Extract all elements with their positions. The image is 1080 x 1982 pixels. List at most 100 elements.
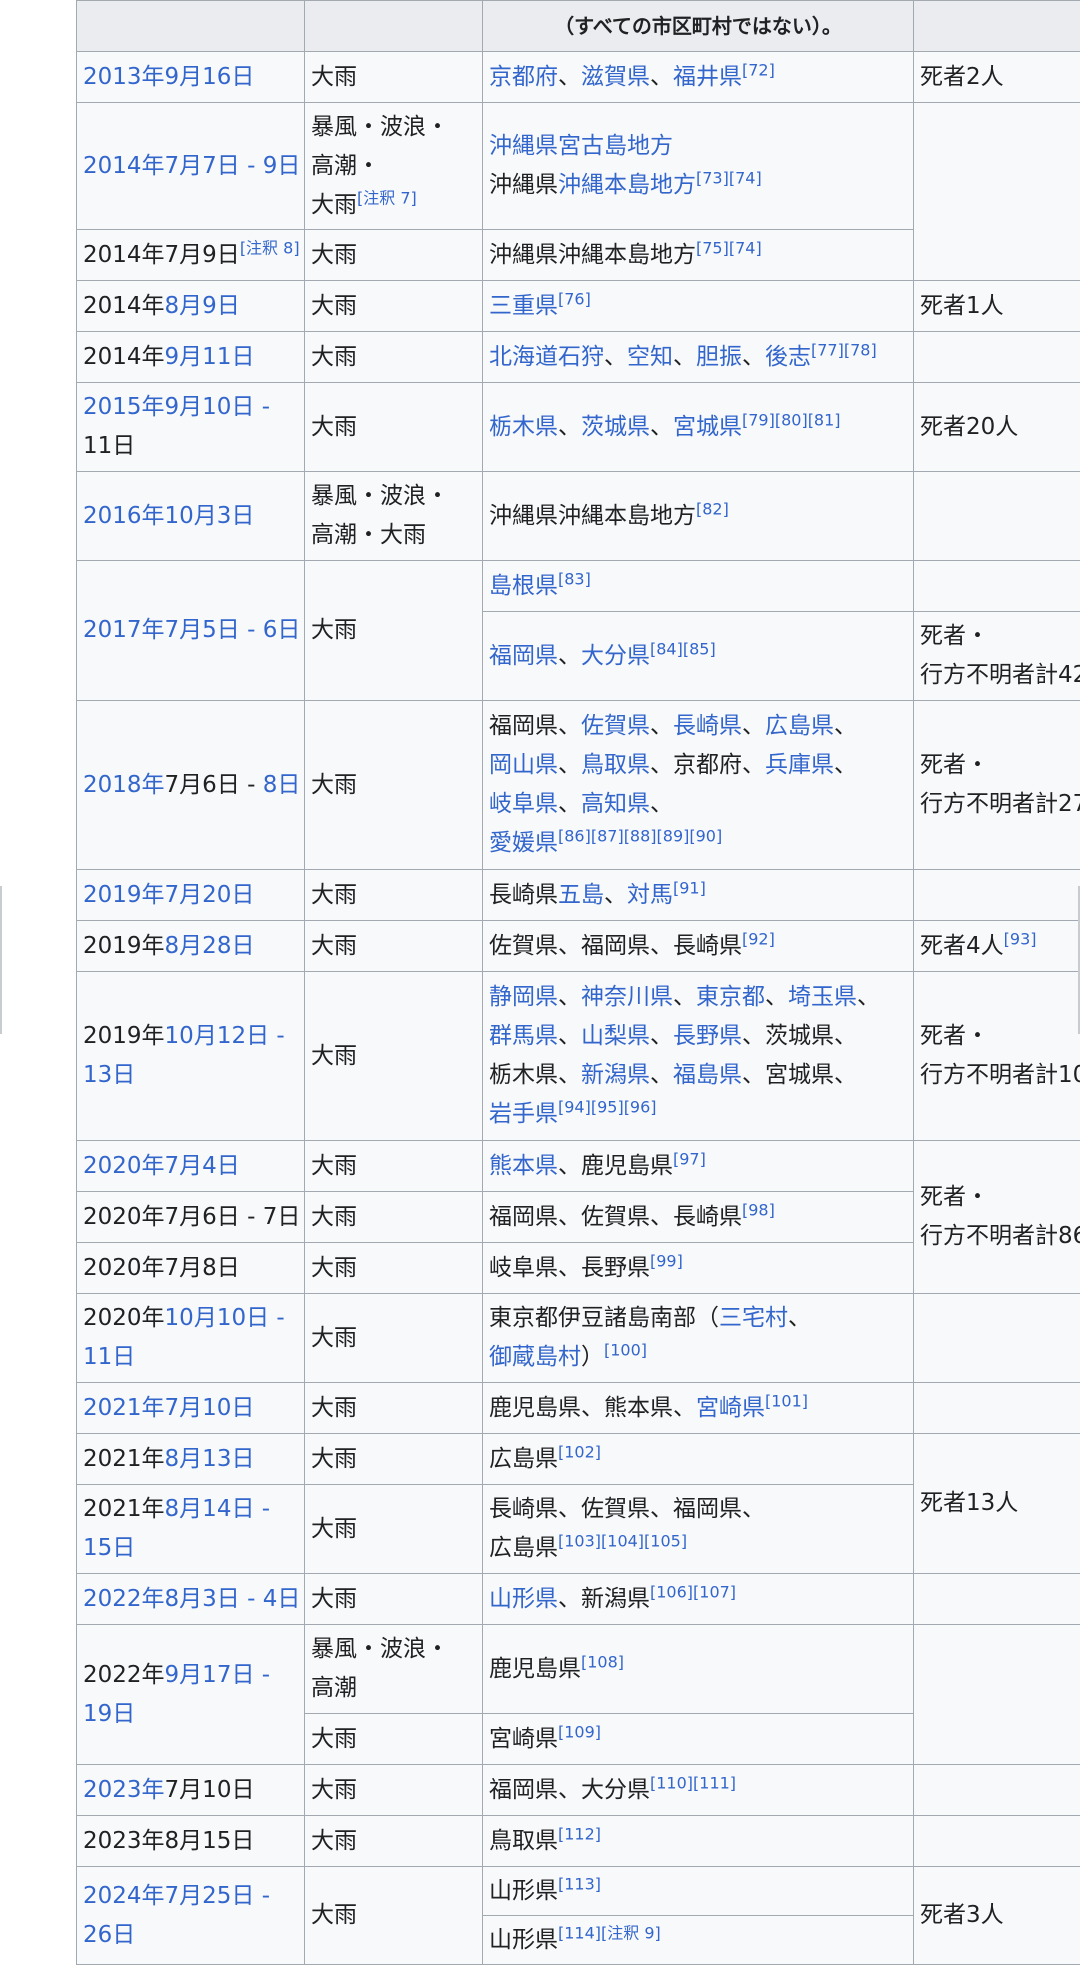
date-link[interactable]: 9月11日 <box>165 344 255 370</box>
date-link[interactable]: 8月9日 <box>165 293 240 319</box>
citation-ref[interactable]: [93] <box>1004 929 1037 948</box>
date-link[interactable]: 13日 <box>83 1062 135 1088</box>
date-link[interactable]: 6日 <box>263 617 301 643</box>
area-link[interactable]: 北海道石狩 <box>489 344 604 370</box>
area-link[interactable]: 後志 <box>765 344 811 370</box>
area-link[interactable]: 群馬県 <box>489 1023 558 1049</box>
date-link[interactable]: 26日 <box>83 1922 135 1948</box>
citation-ref[interactable]: [86][87][88][89][90] <box>558 826 722 845</box>
date-link[interactable]: 9月17日 <box>165 1662 255 1688</box>
citation-ref[interactable]: [97] <box>673 1149 706 1168</box>
citation-ref[interactable]: [83] <box>558 569 591 588</box>
date-link[interactable]: 2015年9月10日 <box>83 394 254 420</box>
date-link[interactable]: 15日 <box>83 1535 135 1561</box>
date-link[interactable]: 2023年 <box>83 1777 165 1803</box>
citation-ref[interactable]: [75][74] <box>696 238 762 257</box>
citation-ref[interactable]: [82] <box>696 499 729 518</box>
area-link[interactable]: 広島県 <box>765 713 834 739</box>
area-link[interactable]: 三宅村 <box>719 1305 788 1331</box>
date-link[interactable]: 10月10日 <box>165 1305 270 1331</box>
citation-ref[interactable]: [113] <box>558 1874 601 1893</box>
note-ref[interactable]: [注釈 7] <box>357 188 417 207</box>
date-link[interactable]: 2021年7月10日 <box>83 1395 254 1421</box>
citation-ref[interactable]: [114][注釈 9] <box>558 1923 661 1942</box>
date-link[interactable]: 2020年7月4日 <box>83 1153 240 1179</box>
date-link[interactable]: 8日 <box>263 772 301 798</box>
date-link[interactable]: 9日 <box>263 153 301 179</box>
area-link[interactable]: 山形県 <box>489 1586 558 1612</box>
area-link[interactable]: 京都府 <box>489 64 558 90</box>
area-link[interactable]: 高知県 <box>581 791 650 817</box>
citation-ref[interactable]: [77][78] <box>811 340 877 359</box>
area-link[interactable]: 長崎県 <box>673 713 742 739</box>
area-link[interactable]: 岩手県 <box>489 1101 558 1127</box>
area-link[interactable]: 五島 <box>558 882 604 908</box>
area-link[interactable]: 滋賀県 <box>581 64 650 90</box>
date-link[interactable]: 10月12日 <box>165 1023 270 1049</box>
area-link[interactable]: 福井県 <box>673 64 742 90</box>
area-link[interactable]: 長野県 <box>673 1023 742 1049</box>
area-link[interactable]: 岡山県 <box>489 752 558 778</box>
area-link[interactable]: 大分県 <box>581 643 650 669</box>
citation-ref[interactable]: [94][95][96] <box>558 1097 657 1116</box>
date-link[interactable]: 2024年7月25日 <box>83 1883 254 1909</box>
area-link[interactable]: 空知 <box>627 344 673 370</box>
area-link[interactable]: 御蔵島村 <box>489 1344 581 1370</box>
area-link[interactable]: 埼玉県 <box>788 984 857 1010</box>
citation-ref[interactable]: [91] <box>673 878 706 897</box>
date-link[interactable]: 2013年9月16日 <box>83 64 254 90</box>
area-link[interactable]: 東京都 <box>696 984 765 1010</box>
area-link[interactable]: 福島県 <box>673 1062 742 1088</box>
citation-ref[interactable]: [109] <box>558 1722 601 1741</box>
area-link[interactable]: 対馬 <box>627 882 673 908</box>
date-link[interactable]: 8月14日 <box>165 1496 255 1522</box>
date-link[interactable]: 8月28日 <box>165 933 255 959</box>
citation-ref[interactable]: [102] <box>558 1442 601 1461</box>
area-link[interactable]: 佐賀県 <box>581 713 650 739</box>
date-link[interactable]: 2017年7月5日 <box>83 617 240 643</box>
citation-ref[interactable]: [76] <box>558 289 591 308</box>
citation-ref[interactable]: [106][107] <box>650 1582 736 1601</box>
area-link[interactable]: 島根県 <box>489 573 558 599</box>
area-link[interactable]: 茨城県 <box>581 414 650 440</box>
citation-ref[interactable]: [110][111] <box>650 1773 736 1792</box>
date-link[interactable]: 4日 <box>263 1586 301 1612</box>
area-link[interactable]: 沖縄本島地方 <box>558 172 696 198</box>
date-link[interactable]: 2022年8月3日 <box>83 1586 240 1612</box>
area-link[interactable]: 熊本県 <box>489 1153 558 1179</box>
area-link[interactable]: 三重県 <box>489 293 558 319</box>
citation-ref[interactable]: [79][80][81] <box>742 410 841 429</box>
citation-ref[interactable]: [100] <box>604 1340 647 1359</box>
date-link[interactable]: 2018年 <box>83 772 165 798</box>
date-link[interactable]: 2016年10月3日 <box>83 503 254 529</box>
date-link[interactable]: 2014年7月7日 <box>83 153 240 179</box>
date-link[interactable]: 2019年7月20日 <box>83 882 254 908</box>
area-link[interactable]: 栃木県 <box>489 414 558 440</box>
area-link[interactable]: 沖縄県宮古島地方 <box>489 133 673 159</box>
date-link[interactable]: 11日 <box>83 1344 135 1370</box>
citation-ref[interactable]: [99] <box>650 1251 683 1270</box>
date-link[interactable]: 19日 <box>83 1701 135 1727</box>
area-link[interactable]: 愛媛県 <box>489 830 558 856</box>
area-link[interactable]: 神奈川県 <box>581 984 673 1010</box>
citation-ref[interactable]: [103][104][105] <box>558 1531 687 1550</box>
area-link[interactable]: 鳥取県 <box>581 752 650 778</box>
area-link[interactable]: 新潟県 <box>581 1062 650 1088</box>
area-link[interactable]: 胆振 <box>696 344 742 370</box>
citation-ref[interactable]: [84][85] <box>650 639 716 658</box>
citation-ref[interactable]: [92] <box>742 929 775 948</box>
area-link[interactable]: 宮崎県 <box>696 1395 765 1421</box>
area-link[interactable]: 静岡県 <box>489 984 558 1010</box>
citation-ref[interactable]: [98] <box>742 1200 775 1219</box>
citation-ref[interactable]: [73][74] <box>696 168 762 187</box>
citation-ref[interactable]: [101] <box>765 1391 808 1410</box>
area-link[interactable]: 岐阜県 <box>489 791 558 817</box>
area-link[interactable]: 兵庫県 <box>765 752 834 778</box>
note-ref[interactable]: [注釈 8] <box>240 238 300 257</box>
citation-ref[interactable]: [112] <box>558 1824 601 1843</box>
area-link[interactable]: 福岡県 <box>489 643 558 669</box>
citation-ref[interactable]: [72] <box>742 60 775 79</box>
area-link[interactable]: 山梨県 <box>581 1023 650 1049</box>
area-link[interactable]: 宮城県 <box>673 414 742 440</box>
citation-ref[interactable]: [108] <box>581 1652 624 1671</box>
